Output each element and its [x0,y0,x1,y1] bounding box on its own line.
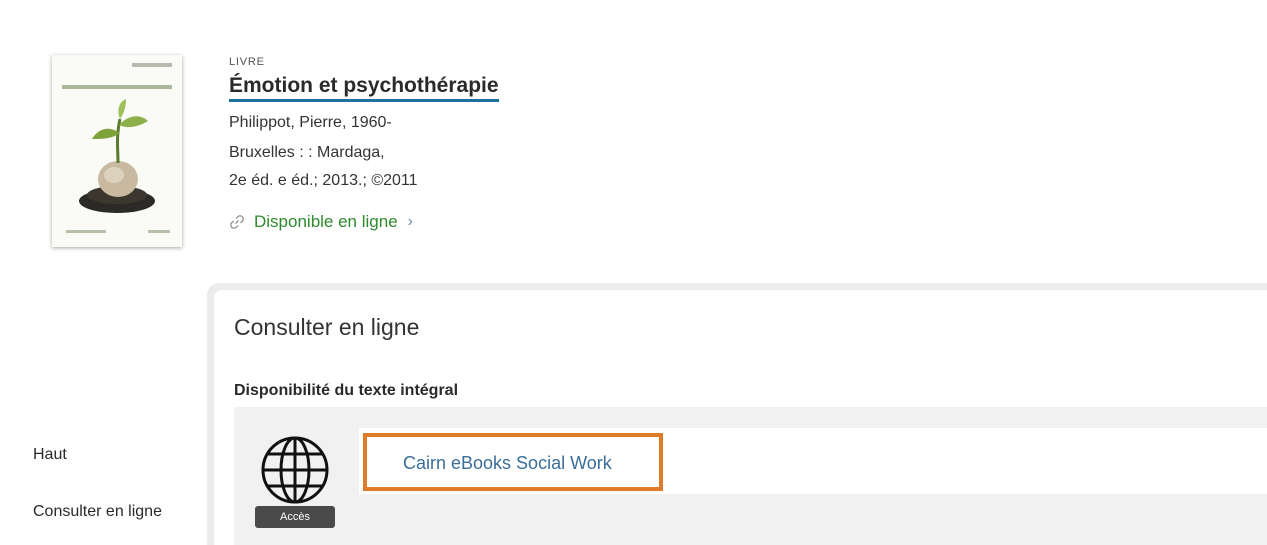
availability-text: Disponible en ligne [254,212,398,231]
service-link-text: Cairn eBooks Social Work [403,453,612,473]
resource-type-label: LIVRE [229,56,265,68]
chevron-right-icon: › [407,213,413,230]
record-author: Philippot, Pierre, 1960- [229,114,392,131]
availability-link[interactable]: Disponible en ligne › [229,212,413,232]
link-icon [230,215,244,229]
cairn-ebooks-link[interactable]: Cairn eBooks Social Work [363,433,663,491]
full-text-availability-heading: Disponibilité du texte intégral [234,382,459,399]
panel-title: Consulter en ligne [234,314,420,340]
side-nav-item-top[interactable]: Haut [33,446,67,464]
record-title-link[interactable]: Émotion et psychothérapie [229,74,499,102]
cover-publisher-mark [66,230,106,233]
cover-publisher-text [148,230,170,233]
record-edition: 2e éd. e éd.; 2013.; ©2011 [229,172,418,189]
globe-icon [261,436,329,504]
cover-title-text [62,85,172,89]
access-badge: Accès [255,506,335,528]
record-publisher: Bruxelles : : Mardaga, [229,144,385,161]
seedling-illustration [79,99,155,213]
cover-author-text [132,63,172,67]
book-cover[interactable] [52,55,182,247]
side-nav-item-online[interactable]: Consulter en ligne [33,503,162,521]
